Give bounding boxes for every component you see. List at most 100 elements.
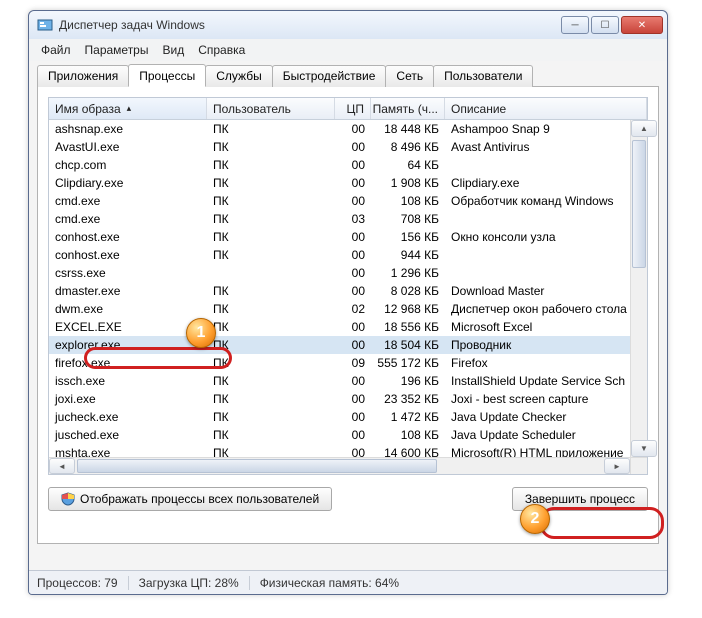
cell-name: AvastUI.exe (49, 140, 207, 154)
cell-name: issch.exe (49, 374, 207, 388)
cell-mem: 196 КБ (371, 374, 445, 388)
cell-cpu: 09 (335, 356, 371, 370)
cell-name: cmd.exe (49, 212, 207, 226)
status-bar: Процессов: 79 Загрузка ЦП: 28% Физическа… (29, 570, 667, 594)
cell-mem: 108 КБ (371, 428, 445, 442)
table-row[interactable]: joxi.exeПК0023 352 КБJoxi - best screen … (49, 390, 647, 408)
cell-mem: 18 504 КБ (371, 338, 445, 352)
tab-services[interactable]: Службы (205, 65, 272, 87)
vertical-scrollbar[interactable]: ▲ ▼ (630, 120, 647, 457)
scroll-down-button[interactable]: ▼ (631, 440, 657, 457)
menu-help[interactable]: Справка (192, 41, 251, 59)
scroll-up-button[interactable]: ▲ (631, 120, 657, 137)
close-button[interactable]: ✕ (621, 16, 663, 34)
hscroll-track[interactable] (75, 458, 604, 474)
table-row[interactable]: jucheck.exeПК001 472 КБJava Update Check… (49, 408, 647, 426)
cell-cpu: 00 (335, 338, 371, 352)
cell-name: conhost.exe (49, 230, 207, 244)
menu-view[interactable]: Вид (156, 41, 190, 59)
table-row[interactable]: csrss.exe001 296 КБ (49, 264, 647, 282)
cell-user: ПК (207, 320, 335, 334)
cell-name: csrss.exe (49, 266, 207, 280)
process-rows: ashsnap.exeПК0018 448 КБAshampoo Snap 9A… (49, 120, 647, 474)
cell-cpu: 00 (335, 176, 371, 190)
cell-mem: 23 352 КБ (371, 392, 445, 406)
table-row[interactable]: cmd.exeПК00108 КБОбработчик команд Windo… (49, 192, 647, 210)
table-row[interactable]: conhost.exeПК00156 КБОкно консоли узла (49, 228, 647, 246)
col-user[interactable]: Пользователь (207, 98, 335, 119)
cell-user: ПК (207, 374, 335, 388)
cell-desc: Диспетчер окон рабочего стола (445, 302, 647, 316)
table-row[interactable]: conhost.exeПК00944 КБ (49, 246, 647, 264)
cell-cpu: 00 (335, 410, 371, 424)
cell-desc: Java Update Checker (445, 410, 647, 424)
cell-desc: Проводник (445, 338, 647, 352)
process-list: Имя образа ▴ Пользователь ЦП Память (ч..… (48, 97, 648, 475)
cell-name: conhost.exe (49, 248, 207, 262)
cell-cpu: 00 (335, 284, 371, 298)
hscroll-thumb[interactable] (77, 459, 437, 473)
maximize-button[interactable]: ☐ (591, 16, 619, 34)
table-row[interactable]: chcp.comПК0064 КБ (49, 156, 647, 174)
cell-mem: 18 556 КБ (371, 320, 445, 334)
horizontal-scrollbar[interactable]: ◄ ► (49, 457, 630, 474)
table-row[interactable]: AvastUI.exeПК008 496 КБAvast Antivirus (49, 138, 647, 156)
cell-name: joxi.exe (49, 392, 207, 406)
titlebar[interactable]: Диспетчер задач Windows ─ ☐ ✕ (29, 11, 667, 39)
table-row[interactable]: EXCEL.EXEПК0018 556 КБMicrosoft Excel (49, 318, 647, 336)
cell-user: ПК (207, 392, 335, 406)
tab-network[interactable]: Сеть (385, 65, 434, 87)
menu-options[interactable]: Параметры (79, 41, 155, 59)
cell-mem: 12 968 КБ (371, 302, 445, 316)
tab-users[interactable]: Пользователи (433, 65, 533, 87)
scroll-left-button[interactable]: ◄ (49, 458, 75, 474)
scroll-corner (630, 457, 647, 474)
cell-user: ПК (207, 230, 335, 244)
cell-cpu: 00 (335, 140, 371, 154)
scroll-right-button[interactable]: ► (604, 458, 630, 474)
tab-performance[interactable]: Быстродействие (272, 65, 387, 87)
cell-mem: 1 472 КБ (371, 410, 445, 424)
tab-processes[interactable]: Процессы (128, 64, 206, 87)
cell-cpu: 00 (335, 392, 371, 406)
window-controls: ─ ☐ ✕ (561, 16, 663, 34)
cell-user: ПК (207, 212, 335, 226)
table-row[interactable]: Clipdiary.exeПК001 908 КБClipdiary.exe (49, 174, 647, 192)
cell-name: ashsnap.exe (49, 122, 207, 136)
vscroll-thumb[interactable] (632, 140, 646, 268)
table-row[interactable]: cmd.exeПК03708 КБ (49, 210, 647, 228)
table-row[interactable]: jusched.exeПК00108 КБJava Update Schedul… (49, 426, 647, 444)
cell-cpu: 00 (335, 374, 371, 388)
table-row[interactable]: ashsnap.exeПК0018 448 КБAshampoo Snap 9 (49, 120, 647, 138)
client-area: Приложения Процессы Службы Быстродействи… (29, 61, 667, 570)
cell-desc: Java Update Scheduler (445, 428, 647, 442)
tab-applications[interactable]: Приложения (37, 65, 129, 87)
table-row[interactable]: dmaster.exeПК008 028 КБDownload Master (49, 282, 647, 300)
cell-user: ПК (207, 248, 335, 262)
cell-desc: Clipdiary.exe (445, 176, 647, 190)
sort-arrow-icon: ▴ (127, 103, 132, 114)
cell-mem: 1 296 КБ (371, 266, 445, 280)
table-row[interactable]: dwm.exeПК0212 968 КБДиспетчер окон рабоч… (49, 300, 647, 318)
cell-mem: 8 028 КБ (371, 284, 445, 298)
cell-cpu: 00 (335, 320, 371, 334)
tab-strip: Приложения Процессы Службы Быстродействи… (37, 65, 659, 87)
col-cpu[interactable]: ЦП (335, 98, 371, 119)
minimize-button[interactable]: ─ (561, 16, 589, 34)
cell-mem: 944 КБ (371, 248, 445, 262)
cell-cpu: 00 (335, 122, 371, 136)
cell-desc: Joxi - best screen capture (445, 392, 647, 406)
annotation-box-2 (540, 507, 664, 539)
cell-mem: 1 908 КБ (371, 176, 445, 190)
cell-mem: 18 448 КБ (371, 122, 445, 136)
col-image-name[interactable]: Имя образа ▴ (49, 98, 207, 119)
table-row[interactable]: issch.exeПК00196 КБInstallShield Update … (49, 372, 647, 390)
show-all-users-button[interactable]: Отображать процессы всех пользователей (48, 487, 332, 511)
menu-file[interactable]: Файл (35, 41, 77, 59)
col-memory[interactable]: Память (ч... (371, 98, 445, 119)
col-description[interactable]: Описание (445, 98, 647, 119)
cell-cpu: 00 (335, 428, 371, 442)
cell-user: ПК (207, 158, 335, 172)
cell-user: ПК (207, 284, 335, 298)
cell-desc: Avast Antivirus (445, 140, 647, 154)
